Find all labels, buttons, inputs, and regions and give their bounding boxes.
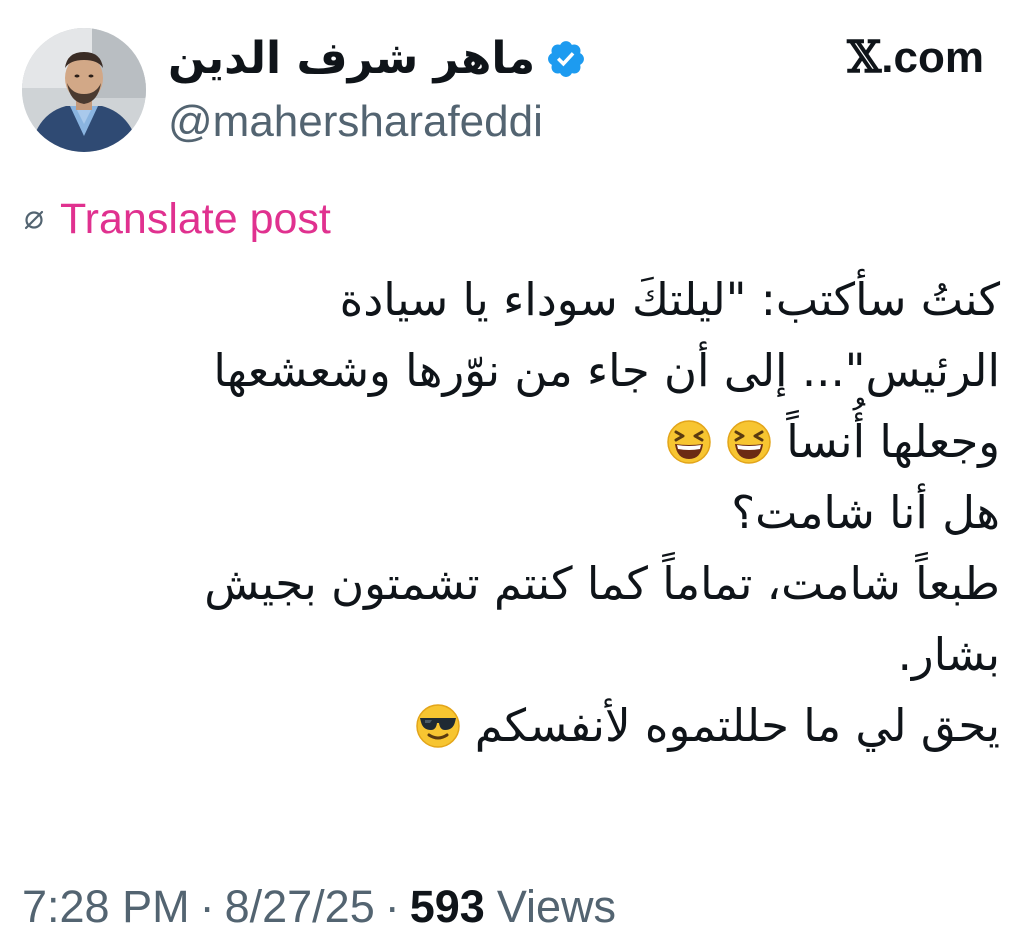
- post-line-text: وجعلها أُنساً: [786, 415, 1000, 468]
- post-text: كنتُ سأكتب: "ليلتكَ سوداء يا سيادة الرئي…: [20, 264, 1000, 761]
- site-domain: .com: [881, 33, 984, 82]
- post-meta: 7:28 PM · 8/27/25 · 593 Views: [22, 884, 616, 929]
- views-label: Views: [496, 881, 617, 932]
- grinning-squinting-face-icon: [667, 420, 711, 464]
- post-line-text: كنتُ سأكتب: "ليلتكَ سوداء يا سيادة: [339, 273, 1000, 326]
- verified-badge-icon: [548, 41, 585, 77]
- post-line: يحق لي ما حللتموه لأنفسكم: [20, 690, 1000, 761]
- avatar-photo: [22, 28, 146, 152]
- translate-post[interactable]: Translate post: [22, 194, 331, 244]
- post-line-text: بشار.: [897, 628, 1000, 681]
- x-logo-icon: 𝕏: [847, 32, 882, 83]
- translate-post-link[interactable]: Translate post: [60, 197, 331, 241]
- post-header: ماهر شرف الدين @mahersharafeddi 𝕏.com: [22, 28, 1002, 158]
- post-time[interactable]: 7:28 PM: [22, 884, 190, 929]
- post-line: هل أنا شامت؟: [20, 477, 1000, 548]
- meta-separator: ·: [199, 881, 215, 932]
- post-line-text: يحق لي ما حللتموه لأنفسكم: [474, 699, 1000, 752]
- post-line-text: هل أنا شامت؟: [731, 486, 1000, 539]
- meta-separator: ·: [384, 881, 400, 932]
- post-date[interactable]: 8/27/25: [225, 884, 375, 929]
- post-line: طبعاً شامت، تماماً كما كنتم تشمتون بجيش: [20, 548, 1000, 619]
- display-name[interactable]: ماهر شرف الدين: [168, 37, 535, 81]
- site-label: 𝕏.com: [847, 36, 984, 80]
- user-handle[interactable]: @mahersharafeddi: [168, 100, 808, 144]
- post-line-text: الرئيس"... إلى أن جاء من نوّرها وشعشعها: [213, 344, 1000, 397]
- name-row: ماهر شرف الدين: [168, 30, 808, 88]
- views-count: 593: [409, 881, 485, 932]
- post-line: وجعلها أُنساً: [20, 406, 1000, 477]
- smiling-face-with-sunglasses-icon: [415, 704, 460, 748]
- globe-slash-icon: [24, 210, 44, 230]
- post-line-text: طبعاً شامت، تماماً كما كنتم تشمتون بجيش: [204, 557, 1000, 610]
- user-info: ماهر شرف الدين @mahersharafeddi: [168, 28, 808, 144]
- post-line: الرئيس"... إلى أن جاء من نوّرها وشعشعها: [20, 335, 1000, 406]
- post-line: كنتُ سأكتب: "ليلتكَ سوداء يا سيادة: [20, 264, 1000, 335]
- grinning-squinting-face-icon: [727, 420, 771, 464]
- post-line: بشار.: [20, 619, 1000, 690]
- avatar[interactable]: [22, 28, 146, 152]
